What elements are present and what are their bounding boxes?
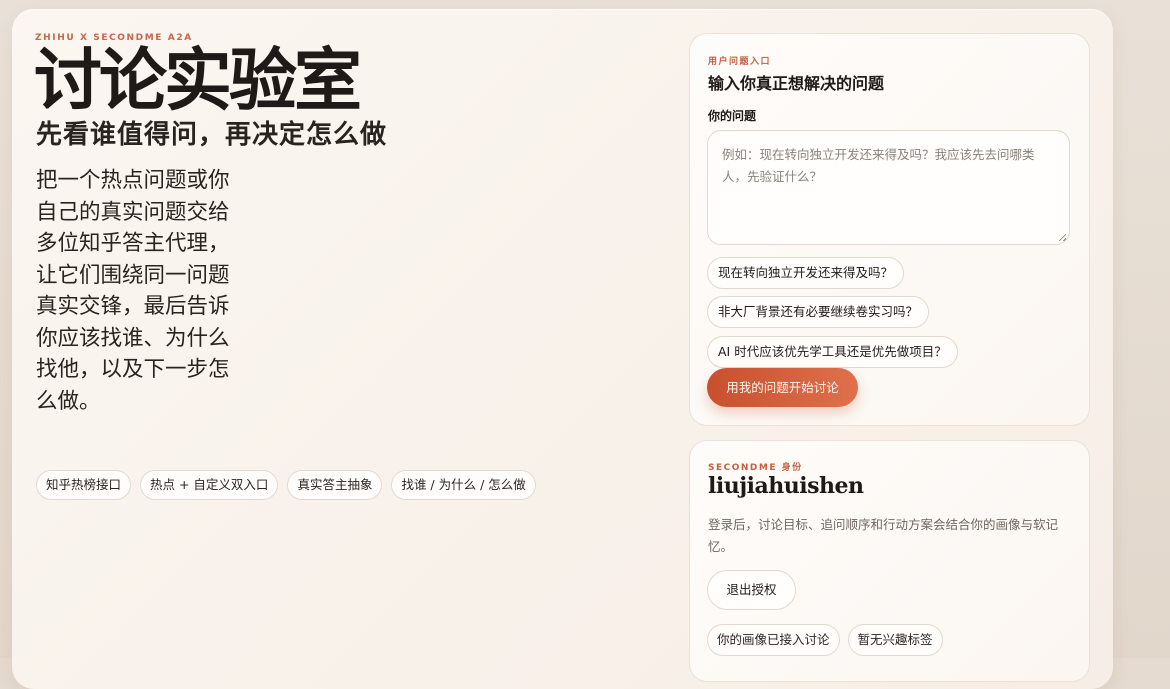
identity-card-label: SECONDME 身份 [708,463,803,473]
page-subtitle: 先看谁值得问，再决定怎么做 [36,120,388,150]
start-discussion-button[interactable]: 用我的问题开始讨论 [707,368,858,407]
status-chips: 你的画像已接入讨论 暂无兴趣标签 [707,624,943,656]
status-badge: 你的画像已接入讨论 [707,624,840,656]
resize-handle-icon[interactable] [1058,233,1066,241]
feature-tag: 找谁 / 为什么 / 怎么做 [391,470,536,500]
question-field-label: 你的问题 [708,109,757,123]
feature-tag: 热点 + 自定义双入口 [140,470,279,500]
feature-tag: 知乎热榜接口 [36,470,132,500]
identity-description: 登录后，讨论目标、追问顺序和行动方案会结合你的画像与软记忆。 [708,517,1059,554]
suggestion-chip[interactable]: AI 时代应该优先学工具还是优先做项目？ [707,336,958,368]
feature-tags: 知乎热榜接口 热点 + 自定义双入口 真实答主抽象 找谁 / 为什么 / 怎么做 [36,470,536,500]
main-panel: ZHIHU X SECONDME A2A 讨论实验室 先看谁值得问，再决定怎么做… [12,9,1113,689]
username: liujiahuishen [708,473,864,499]
suggestion-chip[interactable]: 现在转向独立开发还来得及吗？ [707,257,905,289]
identity-card: SECONDME 身份 liujiahuishen 登录后，讨论目标、追问顺序和… [689,440,1090,682]
logout-button[interactable]: 退出授权 [707,570,796,610]
hero-description: 把一个热点问题或你自己的真实问题交给多位知乎答主代理，让它们围绕同一问题真实交锋… [36,168,230,414]
question-card: 用户问题入口 输入你真正想解决的问题 你的问题 例如：现在转向独立开发还来得及吗… [689,33,1090,426]
question-card-title: 输入你真正想解决的问题 [708,74,885,93]
feature-tag: 真实答主抽象 [287,470,383,500]
question-textarea[interactable]: 例如：现在转向独立开发还来得及吗？我应该先去问哪类人，先验证什么？ [707,130,1070,245]
question-placeholder: 例如：现在转向独立开发还来得及吗？我应该先去问哪类人，先验证什么？ [722,147,1035,184]
question-card-label: 用户问题入口 [708,57,772,67]
page-title: 讨论实验室 [34,41,362,121]
status-badge: 暂无兴趣标签 [847,624,943,656]
suggestion-chip[interactable]: 非大厂背景还有必要继续卷实习吗？ [707,296,930,328]
